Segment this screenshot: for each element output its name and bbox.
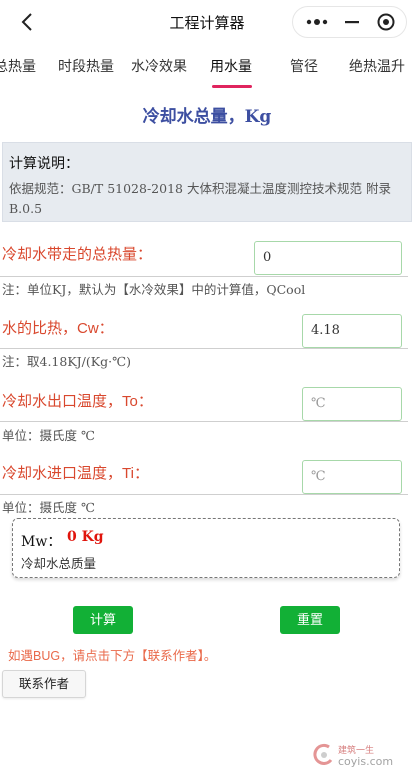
divider xyxy=(0,276,408,277)
result-value: 0 Kg xyxy=(67,529,104,545)
tab-pipe-diameter[interactable]: 管径 xyxy=(290,56,318,76)
description-text: 依据规范：GB/T 51028-2018 大体积混凝土温度测控技术规范 附录B.… xyxy=(9,181,391,216)
tab-adiabatic-rise[interactable]: 绝热温升 xyxy=(349,56,405,76)
total-heat-label: 冷却水带走的总热量： xyxy=(2,246,153,263)
inlet-temp-input[interactable]: ℃ xyxy=(302,460,402,494)
specific-heat-note: 注：取4.18KJ/(Kg·℃) xyxy=(2,354,131,369)
tab-bar: 总热量 时段热量 水冷效果 用水量 管径 绝热温升 xyxy=(0,48,414,88)
calculate-button[interactable]: 计算 xyxy=(73,606,133,634)
watermark-logo-icon xyxy=(313,743,333,765)
close-target-icon[interactable] xyxy=(371,7,401,37)
tab-water-cooling[interactable]: 水冷效果 xyxy=(131,56,187,76)
divider xyxy=(0,421,408,422)
page-title: 冷却水总量，Kg xyxy=(142,107,272,127)
specific-heat-input[interactable]: 4.18 xyxy=(302,314,402,348)
nav-bar: 工程计算器 xyxy=(0,0,414,44)
outlet-temp-note: 单位：摄氏度 ℃ xyxy=(2,428,95,443)
reset-button[interactable]: 重置 xyxy=(280,606,340,634)
description-title: 计算说明： xyxy=(9,155,79,171)
minimize-icon[interactable] xyxy=(337,7,367,37)
total-heat-input[interactable]: 0 xyxy=(254,241,402,275)
watermark-domain: coyis.com xyxy=(338,755,394,768)
bug-notice: 如遇BUG，请点击下方【联系作者】。 xyxy=(8,649,217,663)
contact-author-button[interactable]: 联系作者 xyxy=(2,670,86,698)
divider xyxy=(0,494,408,495)
inlet-temp-note: 单位：摄氏度 ℃ xyxy=(2,500,95,515)
tab-total-heat[interactable]: 总热量 xyxy=(0,56,36,76)
tab-water-usage[interactable]: 用水量 xyxy=(210,56,252,76)
more-dots-icon[interactable] xyxy=(303,7,333,37)
mini-program-capsule xyxy=(292,6,407,38)
result-description: 冷却水总质量 xyxy=(21,557,97,571)
result-box: Mw： 0 Kg 冷却水总质量 xyxy=(12,518,400,578)
inlet-temp-label: 冷却水进口温度，Ti： xyxy=(2,465,149,482)
outlet-temp-label: 冷却水出口温度，To： xyxy=(2,393,153,410)
calc-description-box: 计算说明： 依据规范：GB/T 51028-2018 大体积混凝土温度测控技术规… xyxy=(2,142,412,222)
outlet-temp-input[interactable]: ℃ xyxy=(302,387,402,421)
divider xyxy=(0,348,408,349)
result-symbol: Mw： xyxy=(21,534,62,550)
watermark: 建筑一生 coyis.com xyxy=(310,740,406,772)
active-tab-indicator xyxy=(212,85,252,88)
tab-period-heat[interactable]: 时段热量 xyxy=(58,56,114,76)
specific-heat-label: 水的比热，Cw： xyxy=(2,320,114,337)
total-heat-note: 注：单位KJ，默认为【水冷效果】中的计算值，QCool xyxy=(2,282,306,297)
